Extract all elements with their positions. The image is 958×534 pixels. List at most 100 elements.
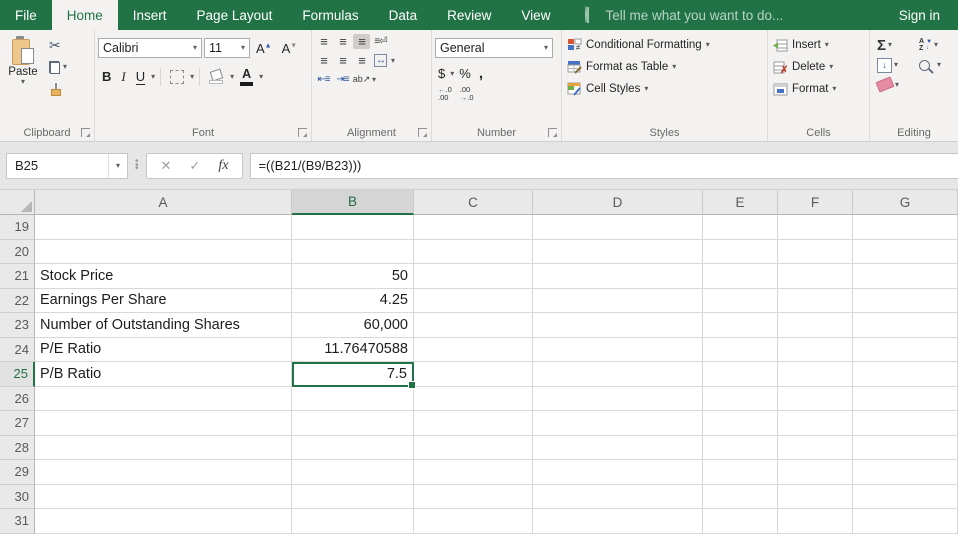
cell-styles-button[interactable]: Cell Styles ▾ [565, 78, 764, 100]
sign-in-button[interactable]: Sign in [881, 0, 958, 30]
cell-F25[interactable] [778, 362, 853, 387]
comma-style-button[interactable]: , [476, 65, 486, 82]
cell-G20[interactable] [853, 240, 958, 265]
cell-F24[interactable] [778, 338, 853, 363]
fill-color-button[interactable] [205, 69, 228, 85]
increase-font-size-button[interactable]: A▲ [252, 41, 276, 56]
cell-E19[interactable] [703, 215, 778, 240]
cell-E28[interactable] [703, 436, 778, 461]
fill-handle[interactable] [408, 381, 416, 389]
cell-D26[interactable] [533, 387, 703, 412]
row-header-27[interactable]: 27 [0, 411, 35, 436]
underline-button[interactable]: U [132, 68, 149, 86]
cell-A19[interactable] [35, 215, 292, 240]
cut-button[interactable]: ✂ [47, 36, 69, 54]
cell-G24[interactable] [853, 338, 958, 363]
orientation-button[interactable]: ab↗ [353, 72, 370, 87]
column-header-E[interactable]: E [703, 190, 778, 215]
decrease-decimal-button[interactable]: .00→.0 [457, 85, 477, 104]
cell-G25[interactable] [853, 362, 958, 387]
cell-G19[interactable] [853, 215, 958, 240]
tab-data[interactable]: Data [374, 0, 433, 30]
cell-G31[interactable] [853, 509, 958, 534]
align-left-button[interactable]: ≡ [315, 53, 332, 68]
formula-input[interactable]: =((B21/(B9/B23))) [250, 153, 958, 179]
cell-G21[interactable] [853, 264, 958, 289]
middle-align-button[interactable]: ≡ [334, 34, 351, 49]
cell-B21[interactable]: 50 [292, 264, 414, 289]
cell-E20[interactable] [703, 240, 778, 265]
tab-file[interactable]: File [0, 0, 52, 30]
cell-B26[interactable] [292, 387, 414, 412]
format-as-table-button[interactable]: Format as Table ▾ [565, 56, 764, 78]
insert-cells-button[interactable]: Insert ▾ [771, 34, 866, 56]
cell-A22[interactable]: Earnings Per Share [35, 289, 292, 314]
number-format-combobox[interactable]: General▾ [435, 38, 553, 58]
column-header-B[interactable]: B [292, 190, 414, 215]
increase-decimal-button[interactable]: ←.0.00 [435, 85, 455, 104]
cell-D21[interactable] [533, 264, 703, 289]
cell-E25[interactable] [703, 362, 778, 387]
cell-F30[interactable] [778, 485, 853, 510]
cell-E27[interactable] [703, 411, 778, 436]
cell-G27[interactable] [853, 411, 958, 436]
row-header-31[interactable]: 31 [0, 509, 35, 534]
find-select-button[interactable]: ▾ [919, 56, 955, 74]
tab-formulas[interactable]: Formulas [287, 0, 373, 30]
column-header-F[interactable]: F [778, 190, 853, 215]
font-name-combobox[interactable]: Calibri▾ [98, 38, 202, 58]
cell-F23[interactable] [778, 313, 853, 338]
cell-E26[interactable] [703, 387, 778, 412]
cell-G28[interactable] [853, 436, 958, 461]
row-header-21[interactable]: 21 [0, 264, 35, 289]
name-box[interactable]: B25 ▾ [6, 153, 128, 179]
row-header-20[interactable]: 20 [0, 240, 35, 265]
center-button[interactable]: ≡ [334, 53, 351, 68]
align-right-button[interactable]: ≡ [353, 53, 370, 68]
tab-insert[interactable]: Insert [118, 0, 182, 30]
cell-D24[interactable] [533, 338, 703, 363]
column-header-D[interactable]: D [533, 190, 703, 215]
cell-F29[interactable] [778, 460, 853, 485]
cell-C28[interactable] [414, 436, 533, 461]
cancel-button[interactable]: ✕ [161, 158, 172, 174]
column-header-G[interactable]: G [853, 190, 958, 215]
cell-C22[interactable] [414, 289, 533, 314]
cell-B25[interactable]: 7.5 [292, 362, 414, 387]
row-header-28[interactable]: 28 [0, 436, 35, 461]
row-header-19[interactable]: 19 [0, 215, 35, 240]
tab-review[interactable]: Review [432, 0, 506, 30]
tell-me-box[interactable]: Tell me what you want to do... [585, 0, 783, 30]
merge-center-button[interactable]: ↔ [372, 53, 389, 68]
cell-B22[interactable]: 4.25 [292, 289, 414, 314]
enter-button[interactable]: ✓ [189, 158, 200, 174]
column-header-C[interactable]: C [414, 190, 533, 215]
borders-button[interactable] [166, 69, 188, 85]
fill-button[interactable]: ↓▾ [877, 56, 913, 74]
cell-C29[interactable] [414, 460, 533, 485]
cell-F20[interactable] [778, 240, 853, 265]
cell-C26[interactable] [414, 387, 533, 412]
conditional-formatting-button[interactable]: ≠ Conditional Formatting ▾ [565, 34, 764, 56]
insert-function-button[interactable]: fx [218, 158, 228, 174]
cell-A21[interactable]: Stock Price [35, 264, 292, 289]
cell-B24[interactable]: 11.76470588 [292, 338, 414, 363]
cell-E22[interactable] [703, 289, 778, 314]
cell-B27[interactable] [292, 411, 414, 436]
cell-E24[interactable] [703, 338, 778, 363]
select-all-button[interactable] [0, 190, 35, 215]
cell-B29[interactable] [292, 460, 414, 485]
cell-D27[interactable] [533, 411, 703, 436]
percent-style-button[interactable]: % [456, 66, 474, 81]
cell-G23[interactable] [853, 313, 958, 338]
decrease-font-size-button[interactable]: A▼ [278, 41, 302, 56]
tab-page-layout[interactable]: Page Layout [182, 0, 288, 30]
cell-C20[interactable] [414, 240, 533, 265]
cell-B30[interactable] [292, 485, 414, 510]
wrap-text-button[interactable]: ≡⏎ [372, 34, 389, 49]
format-painter-button[interactable] [47, 80, 69, 98]
row-header-22[interactable]: 22 [0, 289, 35, 314]
cell-A20[interactable] [35, 240, 292, 265]
cell-G22[interactable] [853, 289, 958, 314]
paste-button[interactable]: Paste ▾ [3, 34, 43, 98]
